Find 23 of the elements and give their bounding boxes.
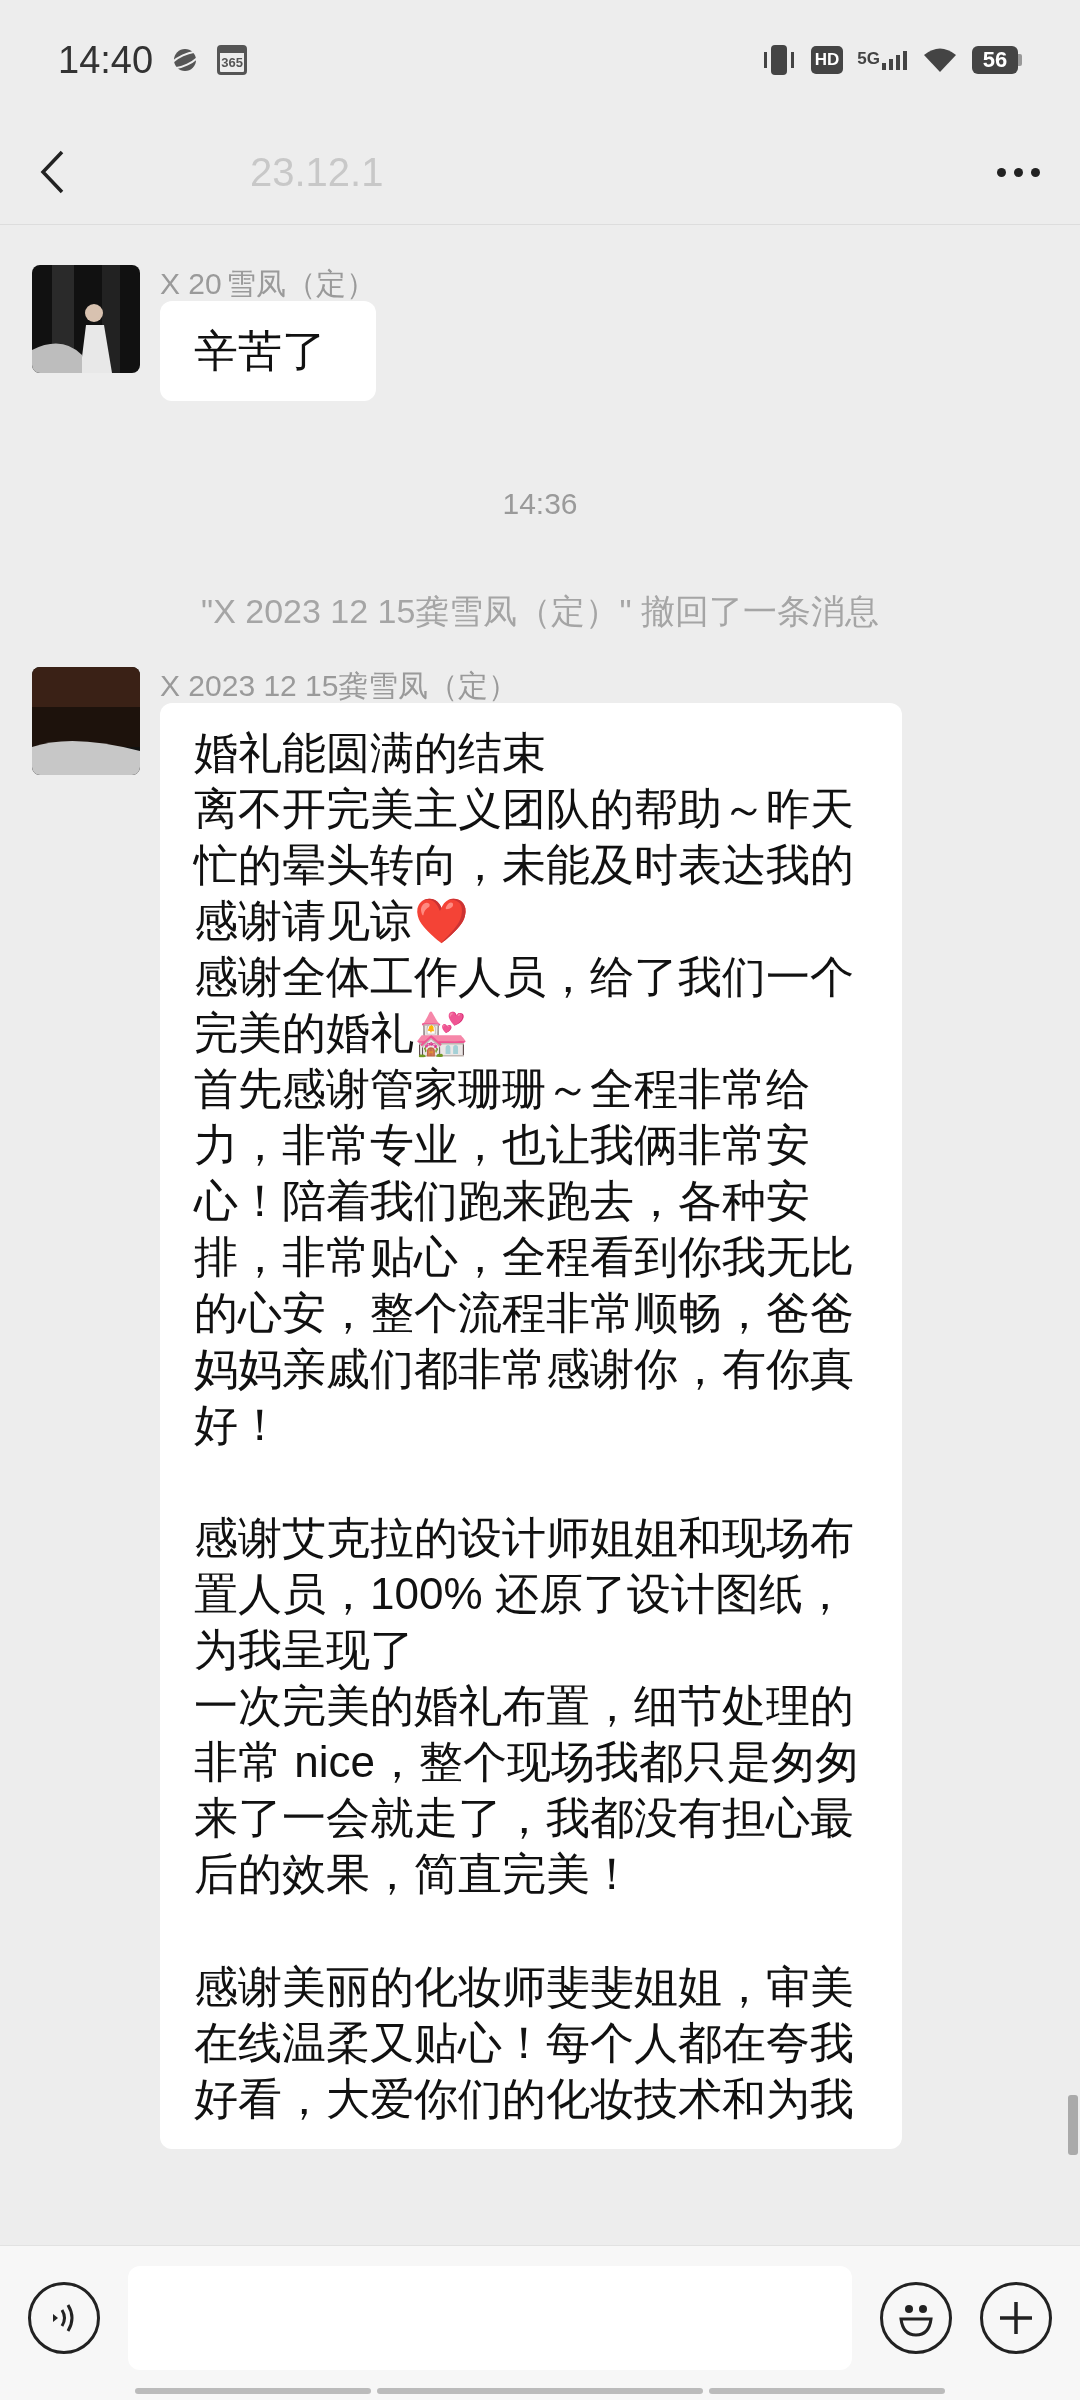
message-text: 婚礼能圆满的结束	[194, 727, 547, 779]
timestamp: 14:36	[502, 486, 578, 522]
message-text: 离不开完美主义团队的帮助～昨天忙的晕头转向，未能及时表达我的感谢请见谅❤	[194, 783, 855, 947]
scrollbar-thumb	[1068, 2095, 1078, 2155]
message-text: 一次完美的婚礼布置，细节处理的非常 nice，整个现场我都只是匆匆来了一会就走了，我都没有担心最后的效果，简直完美！	[194, 1680, 860, 1900]
message-text: 感谢美丽的化妆师斐斐姐姐，审美在线温柔又贴心！每个人都在夸我好看，大爱你们的化妆技术和为我	[194, 1961, 855, 2125]
message-text: 首先感谢管家珊珊～全程非常给力，非常专业，也让我俩非常安心！陪着我们跑来跑去，各种安排，非常贴心，全程看到你我无比的心安，整个流程非常顺畅，爸爸妈妈亲戚们都非常感谢你，有你真好！	[194, 1063, 855, 1451]
network-label: 5G	[857, 50, 880, 67]
message-text: 感谢全体工作人员，给了我们一个完美的婚礼💒	[194, 951, 855, 1060]
signal-icon	[882, 50, 908, 70]
wifi-icon	[922, 46, 958, 74]
add-button[interactable]	[980, 2282, 1052, 2354]
sender-name: X 20	[160, 265, 222, 302]
sender-name: X 2023 12 15龚雪凤（定）	[160, 667, 519, 704]
voice-button[interactable]	[28, 2282, 100, 2354]
clock: 14:40	[58, 37, 154, 83]
emoji-button[interactable]	[880, 2282, 952, 2354]
recall-notice: "X 2023 12 15龚雪凤（定）" 撤回了一条消息	[201, 591, 879, 632]
message-text: 感谢艾克拉的设计师姐姐和现场布置人员，100% 还原了设计图纸，为我呈现了	[194, 1512, 855, 1676]
sender-name: 雪凤（定）	[225, 265, 376, 302]
calendar-icon: 365	[217, 45, 248, 75]
hd-badge: HD	[810, 46, 844, 74]
message-text: 辛苦了	[194, 325, 327, 377]
